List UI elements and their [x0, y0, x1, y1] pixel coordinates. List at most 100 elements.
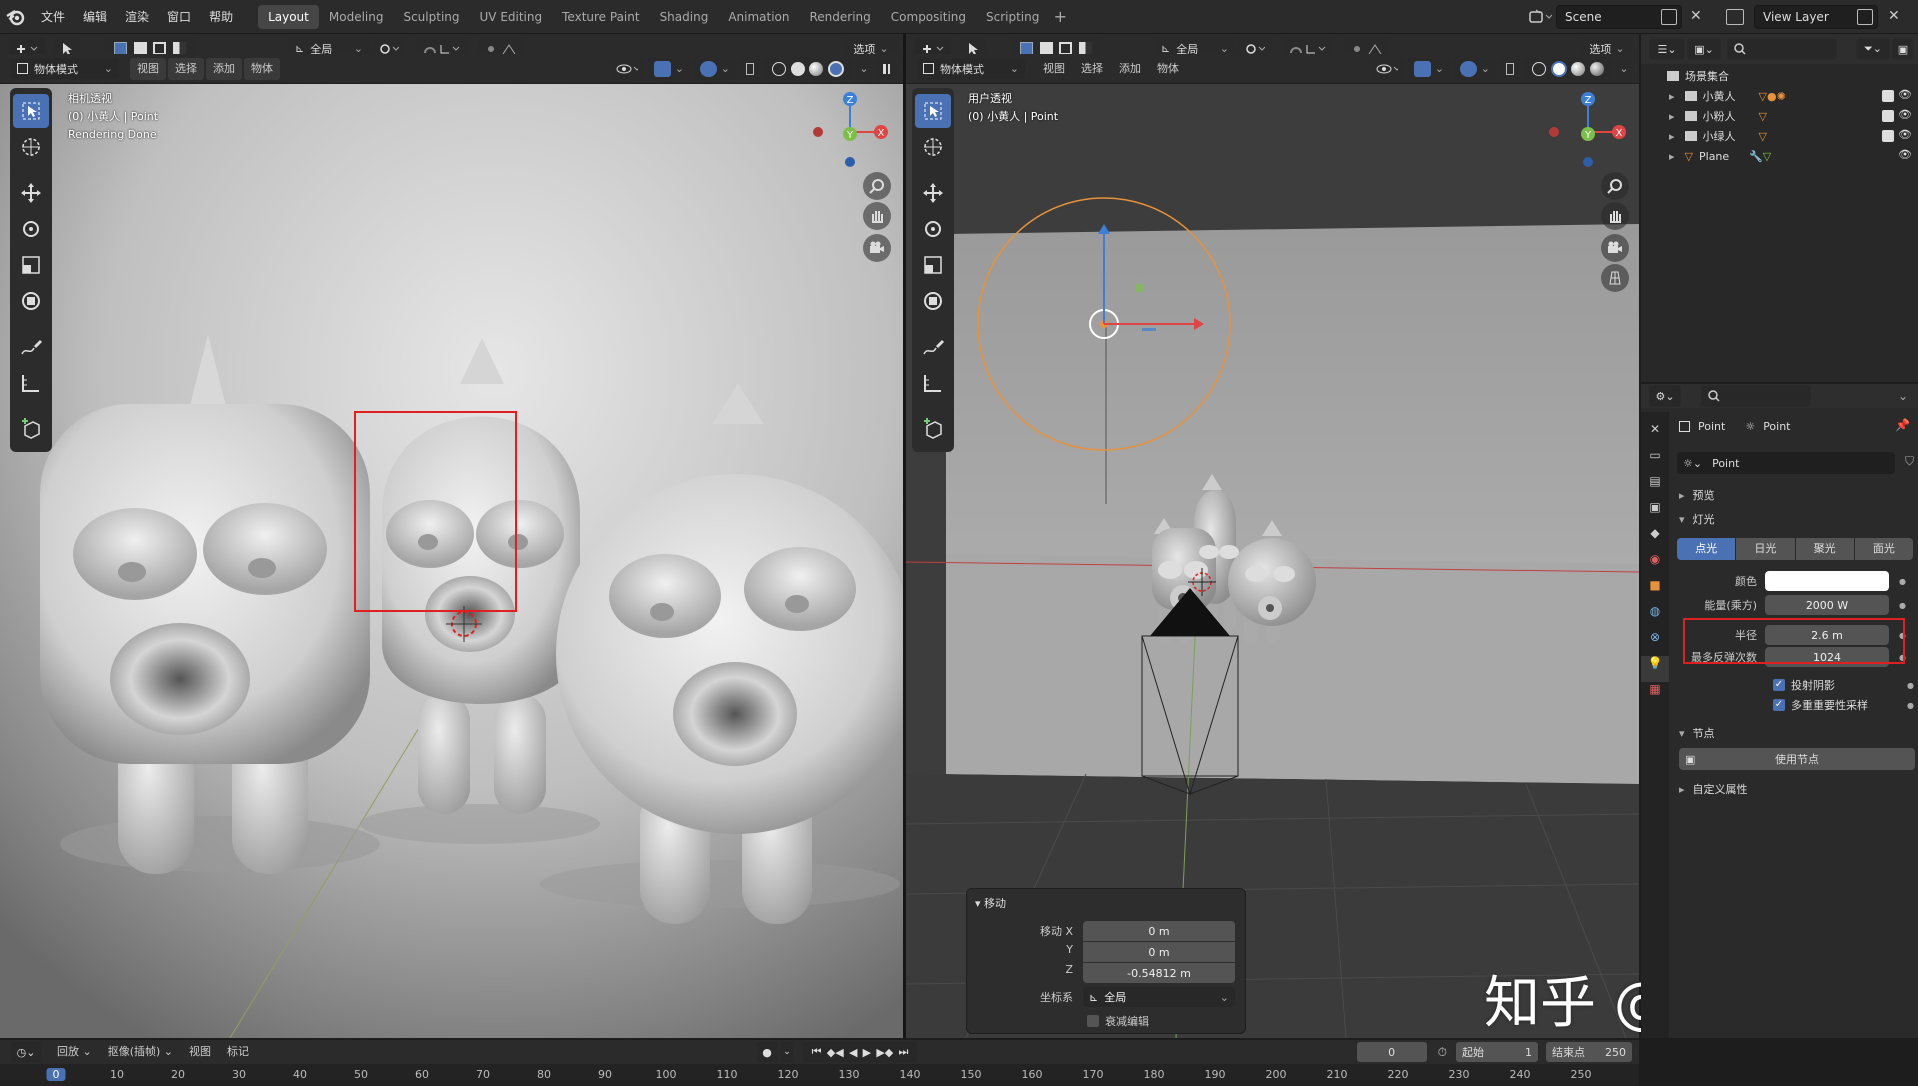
add-workspace-button[interactable]: +	[1049, 6, 1071, 28]
keying-set-button[interactable]: ⌄	[780, 1041, 795, 1063]
zoom-icon[interactable]	[863, 172, 891, 200]
camera-view-icon[interactable]	[1601, 234, 1629, 262]
tab-scripting[interactable]: Scripting	[976, 5, 1049, 29]
add-cube-tool-icon[interactable]	[915, 412, 951, 446]
keyframe-dot-icon[interactable]: ●	[1899, 577, 1906, 586]
xray-toggle[interactable]	[739, 57, 761, 80]
light-type-spot[interactable]: 聚光	[1795, 538, 1854, 560]
jump-start-icon[interactable]: ⏮	[812, 1045, 822, 1059]
stopwatch-icon[interactable]: ⏱	[1438, 1045, 1447, 1060]
move-panel-header[interactable]: ▾ 移动	[975, 895, 1006, 911]
next-keyframe-icon[interactable]: ▶◆	[876, 1046, 893, 1059]
zoom-icon[interactable]	[1601, 172, 1629, 200]
shading-options-dropdown[interactable]: ⌄	[855, 57, 873, 80]
tab-rendering[interactable]: Rendering	[800, 5, 881, 29]
menu-object[interactable]: 物体	[1150, 58, 1186, 80]
menu-marker[interactable]: 标记	[220, 1041, 256, 1063]
scale-tool-icon[interactable]	[915, 248, 951, 282]
xray-toggle[interactable]	[1499, 57, 1521, 80]
menu-view[interactable]: 视图	[182, 1041, 218, 1063]
world-tab-icon[interactable]: ◉	[1641, 552, 1669, 578]
checkbox-icon[interactable]	[1087, 1015, 1099, 1027]
shading-options-dropdown[interactable]: ⌄	[1615, 57, 1633, 80]
wireframe-shading-icon[interactable]	[772, 61, 787, 76]
menu-help[interactable]: 帮助	[200, 0, 242, 34]
gizmo-toggle[interactable]: ⌄	[647, 57, 691, 80]
prev-keyframe-icon[interactable]: ◆◀	[827, 1046, 844, 1059]
navigation-gizmo[interactable]: Z X Y	[1546, 92, 1626, 172]
measure-tool-icon[interactable]	[13, 366, 49, 400]
tab-layout[interactable]: Layout	[258, 4, 319, 29]
eye-icon[interactable]: 👁	[1898, 148, 1912, 161]
blender-logo-icon[interactable]	[0, 8, 32, 26]
pause-render-button[interactable]	[875, 57, 897, 80]
visibility-dropdown[interactable]	[1369, 57, 1405, 80]
annotate-tool-icon[interactable]	[915, 330, 951, 364]
copy-view-layer-icon[interactable]	[1857, 9, 1873, 25]
preview-section-header[interactable]: ▸ 预览	[1673, 484, 1918, 506]
scene-icon[interactable]	[1528, 8, 1552, 26]
menu-select[interactable]: 选择	[168, 57, 204, 80]
rotate-tool-icon[interactable]	[915, 212, 951, 246]
checkbox-checked-icon[interactable]: ✓	[1773, 699, 1785, 711]
menu-keying[interactable]: 抠像(插帧) ⌄	[101, 1041, 180, 1063]
menu-add[interactable]: 添加	[1112, 58, 1148, 80]
copy-icon[interactable]	[1661, 9, 1677, 25]
texture-tab-icon[interactable]: ▦	[1641, 682, 1669, 708]
menu-object[interactable]: 物体	[244, 57, 280, 80]
add-cube-tool-icon[interactable]	[13, 412, 49, 446]
timeline-ruler[interactable]: 0 10 20 30 40 50 60 70 80 90 100 110 120 130 140 150 160…	[0, 1064, 1639, 1086]
menu-playback[interactable]: 回放 ⌄	[50, 1041, 99, 1063]
cursor-tool-icon[interactable]	[915, 130, 951, 164]
view-layer-icon[interactable]	[1726, 9, 1744, 25]
render-tab-icon[interactable]: ▭	[1641, 448, 1669, 474]
rotate-tool-icon[interactable]	[13, 212, 49, 246]
new-collection-button[interactable]: ▣	[1892, 38, 1914, 60]
checkbox-checked-icon[interactable]: ✓	[1773, 679, 1785, 691]
menu-select[interactable]: 选择	[1074, 58, 1110, 80]
pin-icon[interactable]: 📌	[1895, 418, 1910, 432]
close-view-layer-icon[interactable]: ✕	[1888, 8, 1900, 24]
visibility-checkbox[interactable]	[1882, 90, 1894, 102]
expand-arrow-icon[interactable]: ▸	[1669, 110, 1675, 123]
expand-arrow-icon[interactable]: ▸	[1669, 90, 1675, 103]
jump-end-icon[interactable]: ⏭	[899, 1045, 909, 1059]
light-type-point[interactable]: 点光	[1677, 538, 1736, 560]
filter-button[interactable]: ⏷⌄	[1856, 38, 1890, 60]
gizmo-toggle[interactable]: ⌄	[1407, 57, 1451, 80]
outliner-item-xiaofenren[interactable]: ▸ 小粉人 ▽ 👁	[1641, 106, 1918, 126]
display-mode-button[interactable]: ▣⌄	[1687, 38, 1721, 60]
overlay-toggle[interactable]: ⌄	[1453, 57, 1497, 80]
move-tool-icon[interactable]	[915, 176, 951, 210]
chevron-down-icon[interactable]: ⌄	[1898, 389, 1908, 403]
light-data-tab-icon[interactable]: 💡	[1641, 656, 1669, 682]
physics-tab-icon[interactable]: ◍	[1641, 604, 1669, 630]
tab-modeling[interactable]: Modeling	[319, 5, 394, 29]
visibility-checkbox[interactable]	[1882, 130, 1894, 142]
play-icon[interactable]: ▶	[863, 1046, 871, 1059]
pan-hand-icon[interactable]	[1601, 202, 1629, 230]
light-section-header[interactable]: ▾ 灯光	[1673, 508, 1918, 530]
camera-view-icon[interactable]	[863, 234, 891, 262]
visibility-dropdown[interactable]	[609, 57, 645, 80]
tab-texture-paint[interactable]: Texture Paint	[552, 5, 649, 29]
tab-sculpting[interactable]: Sculpting	[393, 5, 469, 29]
proportional-edit-checkbox[interactable]: 衰减编辑	[1087, 1013, 1149, 1029]
editor-type-button[interactable]: ⚙⌄	[1649, 385, 1681, 407]
move-y-field[interactable]: 0 m	[1083, 942, 1235, 962]
menu-view[interactable]: 视图	[1036, 58, 1072, 80]
start-frame-field[interactable]: 起始 1	[1455, 1041, 1539, 1063]
transform-tool-icon[interactable]	[13, 284, 49, 318]
auto-keying-button[interactable]: ●	[756, 1041, 779, 1063]
menu-window[interactable]: 窗口	[158, 0, 200, 34]
custom-props-section-header[interactable]: ▸ 自定义属性	[1673, 778, 1918, 800]
tab-uv-editing[interactable]: UV Editing	[470, 5, 553, 29]
menu-edit[interactable]: 编辑	[74, 0, 116, 34]
visibility-checkbox[interactable]	[1882, 110, 1894, 122]
light-type-area[interactable]: 面光	[1854, 538, 1913, 560]
object-tab-icon[interactable]: ■	[1641, 578, 1669, 604]
solid-shading-icon[interactable]	[1550, 60, 1567, 77]
editor-type-button[interactable]: ☰⌄	[1649, 38, 1685, 60]
keyframe-dot-icon[interactable]: ●	[1907, 701, 1914, 710]
eye-icon[interactable]: 👁	[1898, 108, 1912, 121]
